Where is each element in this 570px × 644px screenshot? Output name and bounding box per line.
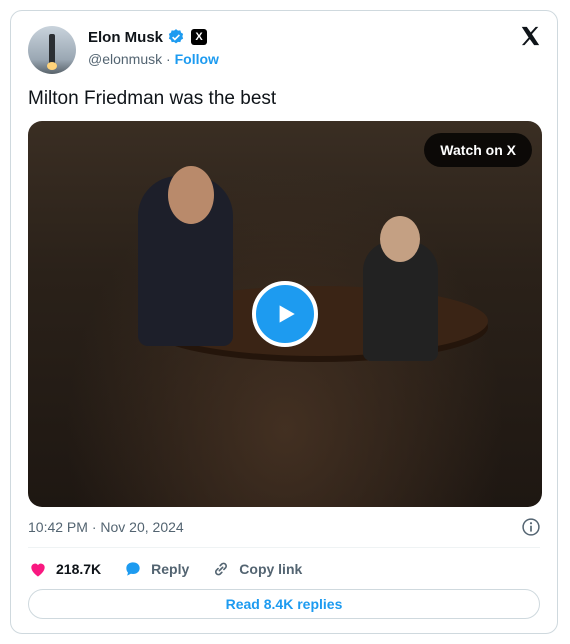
copy-link-label: Copy link <box>239 561 303 577</box>
like-count: 218.7K <box>56 561 102 577</box>
verified-icon <box>168 29 184 44</box>
tweet-card: Elon Musk X @elonmusk · Follow Milton Fr… <box>10 10 558 634</box>
author-name-row: Elon Musk X <box>88 28 208 46</box>
tweet-text: Milton Friedman was the best <box>28 88 277 109</box>
time-separator: · <box>91 519 97 535</box>
reply-button[interactable]: Reply <box>123 559 189 579</box>
author-handle-row: @elonmusk · Follow <box>88 51 219 67</box>
author-name[interactable]: Elon Musk <box>88 29 163 46</box>
play-button[interactable] <box>252 281 318 347</box>
play-icon <box>279 305 295 323</box>
handle-separator: · <box>166 51 171 67</box>
rocket-image <box>49 34 55 64</box>
reply-label: Reply <box>151 561 190 577</box>
heart-icon <box>31 563 45 577</box>
tweet-timestamp[interactable]: 10:42 PM · Nov 20, 2024 <box>28 519 184 535</box>
read-replies-button[interactable]: Read 8.4K replies <box>28 589 540 619</box>
copy-link-button[interactable]: Copy link <box>211 559 302 579</box>
video-person-left-head <box>168 166 214 224</box>
x-affiliation-badge: X <box>191 29 208 45</box>
author-handle[interactable]: @elonmusk <box>88 51 162 67</box>
info-icon[interactable] <box>521 517 541 537</box>
video-player[interactable]: Watch on X <box>28 121 542 507</box>
tweet-time: 10:42 PM <box>28 519 88 535</box>
watch-on-x-button[interactable]: Watch on X <box>424 133 532 167</box>
like-button[interactable]: 218.7K <box>28 559 101 579</box>
tweet-date: Nov 20, 2024 <box>100 519 184 535</box>
divider <box>28 547 540 548</box>
link-icon <box>215 562 228 576</box>
rocket-flame <box>47 62 57 70</box>
x-logo-icon[interactable] <box>519 25 541 47</box>
avatar[interactable] <box>28 26 76 74</box>
follow-button[interactable]: Follow <box>175 51 219 67</box>
video-person-right-head <box>380 216 420 262</box>
action-bar: 218.7K Reply Copy link <box>28 559 324 579</box>
reply-icon <box>126 562 140 576</box>
